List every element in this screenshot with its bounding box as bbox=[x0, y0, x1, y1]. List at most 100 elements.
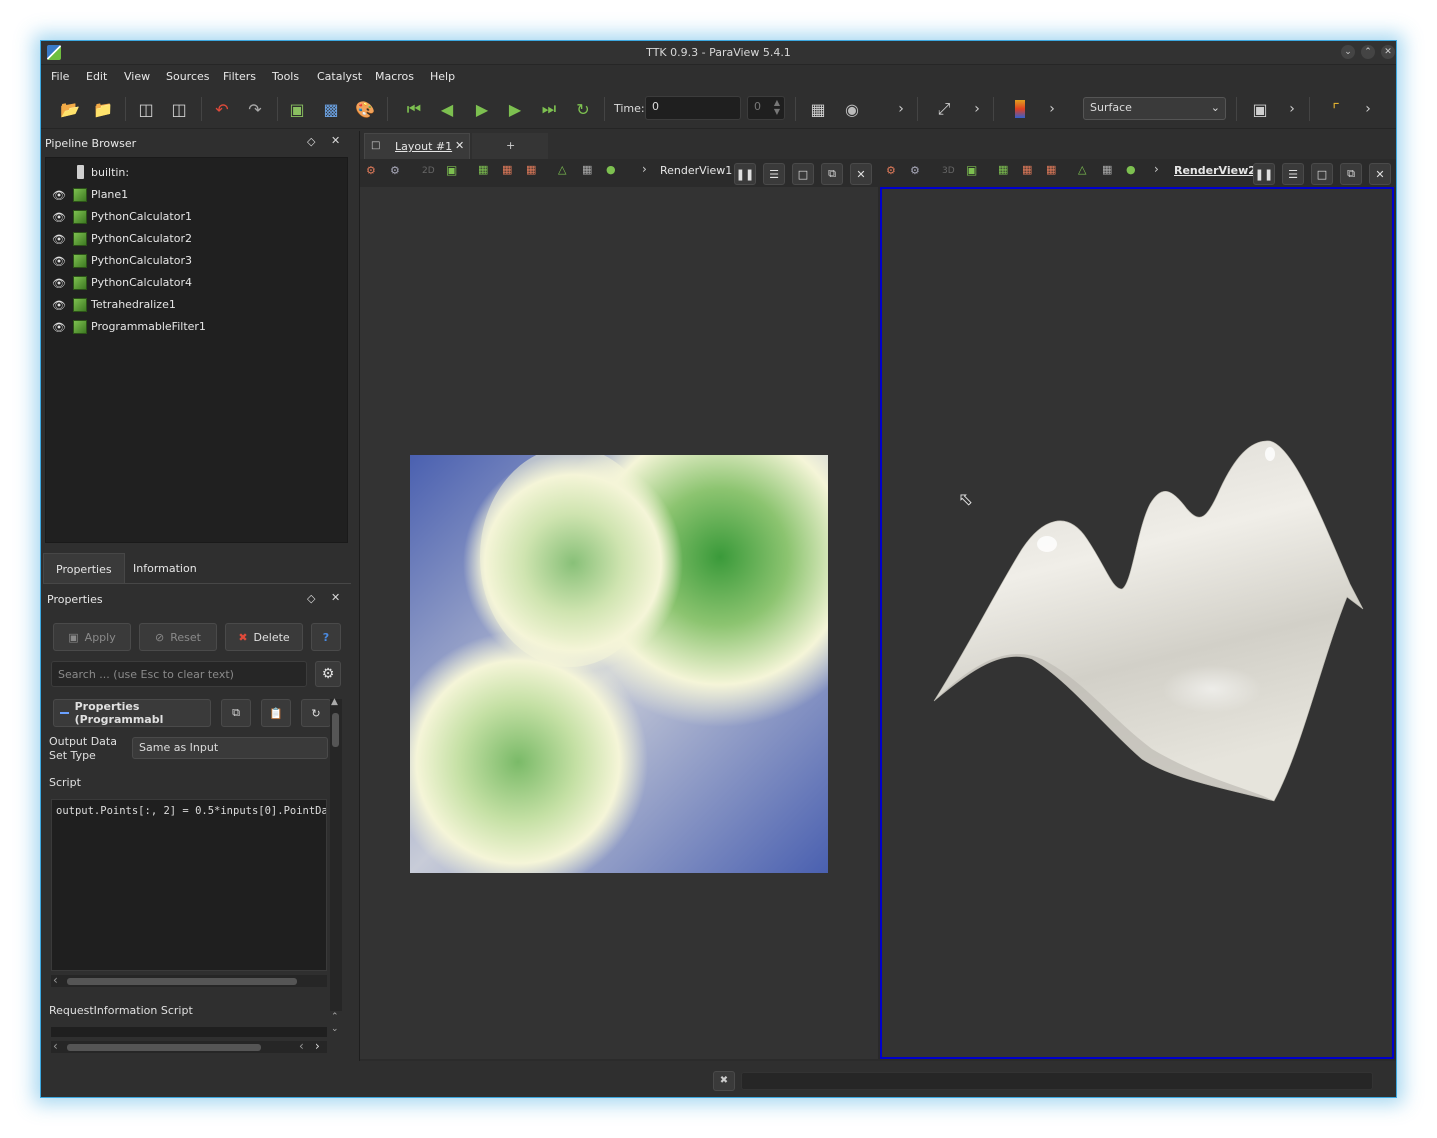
scroll-left-icon[interactable]: ‹ bbox=[53, 1039, 58, 1053]
next-frame-icon[interactable]: ▶ bbox=[504, 98, 526, 120]
tab-properties[interactable]: Properties bbox=[43, 553, 125, 583]
close-view-icon[interactable]: ✕ bbox=[850, 163, 872, 185]
maximize-view-icon[interactable]: □ bbox=[1311, 163, 1333, 185]
load-state-icon[interactable]: 📁 bbox=[92, 98, 114, 120]
connect-icon[interactable]: ◫ bbox=[135, 98, 157, 120]
view-mode-toggle[interactable]: 2D bbox=[422, 166, 435, 176]
scroll-updown-icon[interactable]: ⌃ ⌄ bbox=[331, 1011, 339, 1035]
hover-points-icon[interactable]: ● bbox=[1126, 163, 1136, 176]
eye-icon[interactable]: 👁 bbox=[52, 189, 66, 202]
reset-camera-icon[interactable]: ⤢ bbox=[933, 98, 955, 120]
camera-more-icon[interactable]: › bbox=[966, 98, 988, 120]
close-tab-icon[interactable]: ✕ bbox=[455, 139, 464, 152]
menu-edit[interactable]: Edit bbox=[86, 70, 107, 83]
reset-session-icon[interactable]: ▣ bbox=[286, 98, 308, 120]
scroll-thumb[interactable] bbox=[67, 978, 297, 985]
delete-button[interactable]: ✖ Delete bbox=[225, 623, 303, 651]
menu-sources[interactable]: Sources bbox=[166, 70, 210, 83]
time-index-spinbox[interactable]: 0 ▲ ▼ bbox=[747, 96, 785, 120]
properties-vscroll[interactable] bbox=[330, 699, 342, 1011]
redo-icon[interactable]: ↷ bbox=[244, 98, 266, 120]
scroll-thumb[interactable] bbox=[67, 1044, 261, 1051]
probe-icon[interactable]: ◉ bbox=[841, 98, 863, 120]
request-info-editor[interactable] bbox=[51, 1027, 327, 1037]
close-properties-icon[interactable]: ✕ bbox=[331, 591, 340, 604]
disconnect-icon[interactable]: ◫ bbox=[168, 98, 190, 120]
menu-catalyst[interactable]: Catalyst bbox=[317, 70, 362, 83]
select-cells-icon[interactable]: ▦ bbox=[478, 163, 488, 176]
view-mode-toggle[interactable]: 3D bbox=[942, 166, 955, 176]
restore-view-icon[interactable]: ⧉ bbox=[1340, 163, 1362, 185]
open-file-icon[interactable]: 📂 bbox=[59, 98, 81, 120]
request-info-hscroll[interactable]: ‹ ‹ › bbox=[51, 1039, 327, 1053]
search-input[interactable]: Search ... (use Esc to clear text) bbox=[51, 661, 307, 687]
menu-help[interactable]: Help bbox=[430, 70, 455, 83]
tab-information[interactable]: Information bbox=[121, 553, 209, 583]
abort-button[interactable]: ✖ bbox=[713, 1071, 735, 1091]
toolbar-more-icon[interactable]: › bbox=[890, 98, 912, 120]
last-frame-icon[interactable]: ⏭ bbox=[538, 98, 560, 120]
capture-icon[interactable]: ▣ bbox=[446, 163, 457, 177]
play-icon[interactable]: ▶ bbox=[471, 98, 493, 120]
pipeline-item-programmablefilter1[interactable]: 👁 ProgrammableFilter1 bbox=[46, 316, 347, 338]
eye-icon[interactable]: 👁 bbox=[52, 211, 66, 224]
capture-icon[interactable]: ▣ bbox=[966, 163, 977, 177]
previous-frame-icon[interactable]: ◀ bbox=[436, 98, 458, 120]
apply-button[interactable]: ▣ Apply bbox=[53, 623, 131, 651]
hover-points-icon[interactable]: ● bbox=[606, 163, 616, 176]
tab-layout-1[interactable]: □ Layout #1 ✕ bbox=[364, 133, 470, 159]
eye-icon[interactable]: 👁 bbox=[52, 299, 66, 312]
pipeline-item-pythoncalculator3[interactable]: 👁 PythonCalculator3 bbox=[46, 250, 347, 272]
color-map-icon[interactable] bbox=[1009, 98, 1031, 120]
axes-more-icon[interactable]: › bbox=[1357, 98, 1379, 120]
view-options-icon[interactable]: ▣ bbox=[1249, 98, 1271, 120]
select-frustum-icon[interactable]: ▦ bbox=[1046, 163, 1056, 176]
output-type-select[interactable]: Same as Input bbox=[132, 737, 328, 759]
maximize-view-icon[interactable]: □ bbox=[792, 163, 814, 185]
menu-view[interactable]: View bbox=[124, 70, 150, 83]
pipeline-item-pythoncalculator1[interactable]: 👁 PythonCalculator1 bbox=[46, 206, 347, 228]
colormap-more-icon[interactable]: › bbox=[1041, 98, 1063, 120]
select-points-icon[interactable]: ▦ bbox=[1022, 163, 1032, 176]
scroll-right-icon[interactable]: › bbox=[315, 1039, 320, 1053]
scroll-up-icon[interactable]: ▲ bbox=[331, 697, 338, 707]
select-block-icon[interactable]: △ bbox=[1078, 163, 1086, 176]
camera-link-icon[interactable]: ⚙ bbox=[366, 164, 376, 177]
renderview1-canvas[interactable] bbox=[360, 187, 878, 1059]
first-frame-icon[interactable]: ⏮ bbox=[403, 98, 425, 120]
toolbar-more-icon[interactable]: › bbox=[1154, 162, 1159, 176]
pipeline-item-plane1[interactable]: 👁 Plane1 bbox=[46, 184, 347, 206]
maximize-button[interactable]: ⌃ bbox=[1361, 45, 1375, 59]
save-screenshot-icon[interactable]: ▩ bbox=[320, 98, 342, 120]
camera-undo-icon[interactable]: ⚙ bbox=[910, 164, 920, 177]
copy-icon[interactable]: ⧉ bbox=[221, 699, 251, 727]
split-vertical-icon[interactable]: ☰ bbox=[763, 163, 785, 185]
select-block-icon[interactable]: △ bbox=[558, 163, 566, 176]
spreadsheet-icon[interactable]: ▦ bbox=[807, 98, 829, 120]
loop-icon[interactable]: ↻ bbox=[572, 98, 594, 120]
paste-icon[interactable]: 📋 bbox=[261, 699, 291, 727]
close-view-icon[interactable]: ✕ bbox=[1369, 163, 1391, 185]
toolbar-more-icon[interactable]: › bbox=[642, 162, 647, 176]
interactive-select-icon[interactable]: ▦ bbox=[582, 163, 592, 176]
time-input[interactable]: 0 bbox=[645, 96, 741, 120]
refresh-icon[interactable]: ↻ bbox=[301, 699, 331, 727]
reset-button[interactable]: ⊘ Reset bbox=[139, 623, 217, 651]
script-editor[interactable]: output.Points[:, 2] = 0.5*inputs[0].Poin… bbox=[51, 799, 327, 971]
scroll-left-icon[interactable]: ‹ bbox=[299, 1039, 304, 1053]
color-palette-icon[interactable]: 🎨 bbox=[354, 98, 376, 120]
minimize-button[interactable]: ⌄ bbox=[1341, 45, 1355, 59]
restore-view-icon[interactable]: ⧉ bbox=[821, 163, 843, 185]
split-horizontal-icon[interactable]: ❚❚ bbox=[734, 163, 756, 185]
view-more-icon[interactable]: › bbox=[1281, 98, 1303, 120]
script-hscroll[interactable]: ‹ bbox=[51, 973, 327, 987]
undock-icon[interactable]: ◇ bbox=[307, 592, 315, 605]
eye-icon[interactable]: 👁 bbox=[52, 277, 66, 290]
menu-filters[interactable]: Filters bbox=[223, 70, 256, 83]
close-window-button[interactable]: ✕ bbox=[1381, 45, 1395, 59]
split-vertical-icon[interactable]: ☰ bbox=[1282, 163, 1304, 185]
undock-icon[interactable]: ◇ bbox=[307, 135, 315, 148]
gear-icon[interactable]: ⚙ bbox=[315, 661, 341, 687]
menu-tools[interactable]: Tools bbox=[272, 70, 299, 83]
select-cells-icon[interactable]: ▦ bbox=[998, 163, 1008, 176]
